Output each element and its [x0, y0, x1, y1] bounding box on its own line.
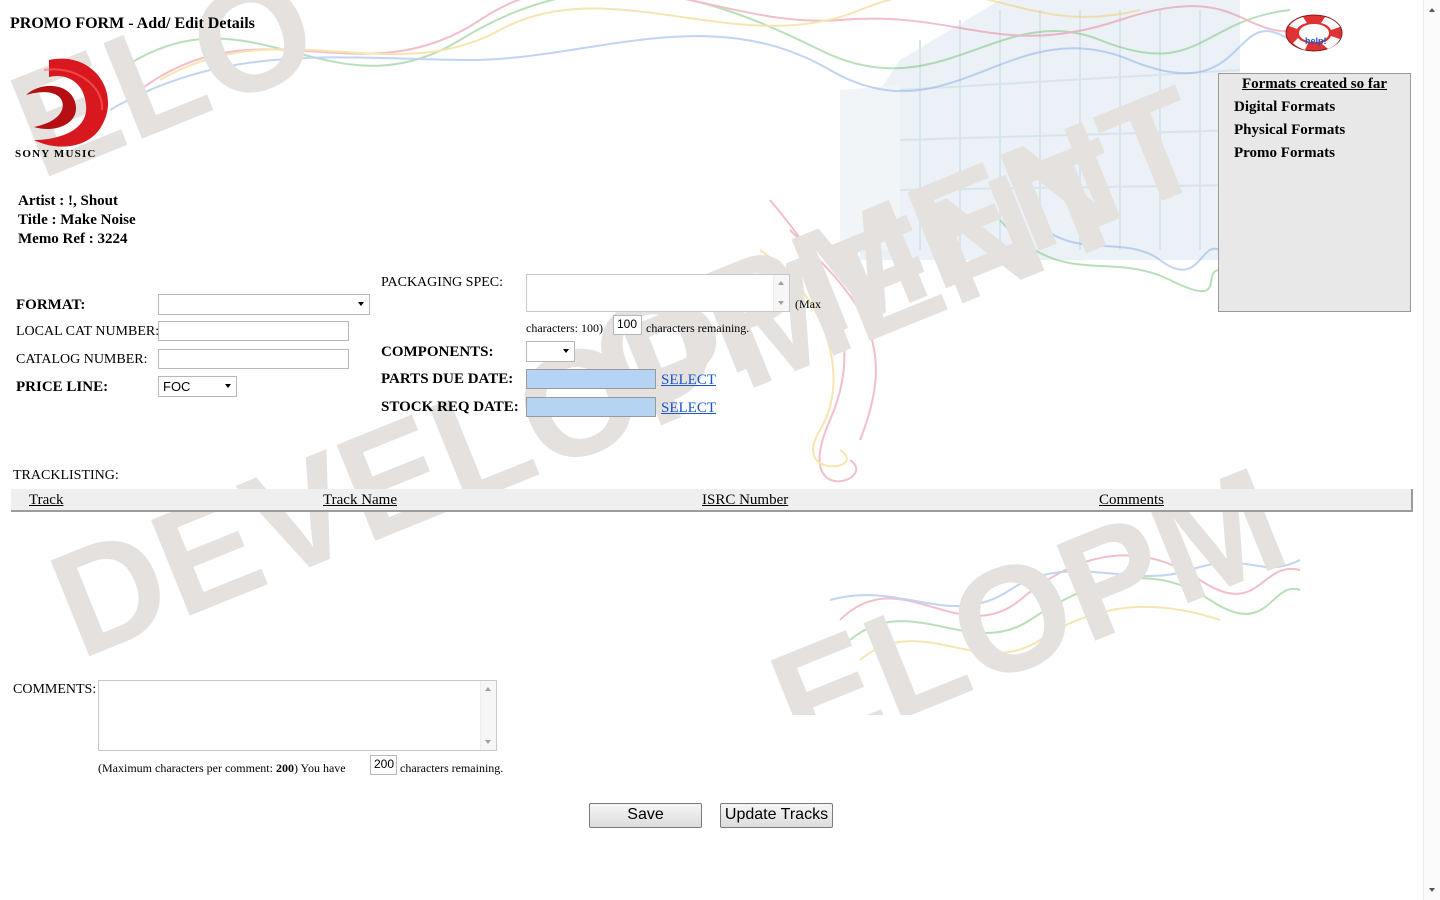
scroll-down-icon [1429, 888, 1435, 892]
artist-text: Artist : !, Shout [18, 193, 118, 209]
formats-item-digital[interactable]: Digital Formats [1234, 99, 1410, 116]
chevron-down-icon [225, 384, 231, 388]
column-header-track-name[interactable]: Track Name [323, 492, 397, 509]
page-scrollbar[interactable] [1423, 0, 1440, 900]
stock-req-date-label: STOCK REQ DATE: [381, 399, 519, 415]
formats-panel: Formats created so far Digital Formats P… [1218, 73, 1411, 312]
packaging-remaining-counter: 100 [613, 315, 642, 335]
format-select[interactable] [158, 294, 370, 315]
stock-req-date-input[interactable] [526, 397, 656, 417]
catalog-label: CATALOG NUMBER: [16, 352, 148, 367]
memo-ref-text: Memo Ref : 3224 [18, 231, 128, 247]
page-title-prefix: PROMO FORM [10, 15, 125, 32]
help-label: help! [1305, 36, 1327, 46]
comments-hint-max: 200 [275, 761, 294, 775]
page-title-suffix: - Add/ Edit Details [124, 15, 255, 32]
scroll-up-icon [778, 281, 784, 285]
update-tracks-button[interactable]: Update Tracks [720, 803, 833, 828]
parts-due-date-label: PARTS DUE DATE: [381, 371, 514, 387]
comments-scrollbar[interactable] [480, 681, 496, 750]
stock-req-date-select-link[interactable]: SELECT [661, 400, 716, 417]
scroll-up-icon [485, 687, 491, 691]
packaging-remaining-suffix: characters remaining. [646, 321, 750, 335]
packaging-max-chars: characters: 100) [526, 321, 603, 335]
price-line-select[interactable]: FOC [158, 376, 237, 397]
column-header-isrc[interactable]: ISRC Number [702, 492, 788, 509]
scroll-up-icon [1429, 8, 1435, 12]
page-title: PROMO FORM - Add/ Edit Details [10, 15, 255, 33]
column-header-track[interactable]: Track [29, 492, 63, 509]
packaging-spec-textarea[interactable] [526, 274, 790, 312]
help-icon[interactable]: help! [1283, 12, 1347, 56]
formats-item-physical[interactable]: Physical Formats [1234, 122, 1410, 139]
formats-item-promo[interactable]: Promo Formats [1234, 145, 1410, 162]
local-cat-input[interactable] [158, 321, 349, 341]
title-text: Title : Make Noise [18, 212, 136, 228]
format-label: FORMAT: [16, 297, 86, 313]
scroll-down-icon [778, 301, 784, 305]
price-line-label: PRICE LINE: [16, 379, 109, 395]
comments-textarea[interactable] [98, 680, 497, 751]
parts-due-date-input[interactable] [526, 369, 656, 389]
chevron-down-icon [563, 349, 569, 353]
catalog-input[interactable] [158, 349, 349, 369]
logo-text: SONY MUSIC [15, 148, 97, 160]
column-header-comments[interactable]: Comments [1099, 492, 1164, 509]
comments-label: COMMENTS: [13, 682, 97, 697]
save-button[interactable]: Save [589, 803, 702, 828]
comments-hint-prefix: (Maximum characters per comment: [98, 761, 276, 775]
scroll-down-icon [485, 740, 491, 744]
comments-remaining-counter: 200 [370, 755, 397, 775]
packaging-scrollbar[interactable] [773, 275, 789, 311]
components-select[interactable] [526, 341, 575, 362]
chevron-down-icon [358, 302, 364, 306]
release-meta: Artist : !, Shout Title : Make Noise Mem… [18, 192, 136, 249]
packaging-spec-label: PACKAGING SPEC: [381, 275, 504, 290]
comments-remaining-suffix: characters remaining. [400, 761, 504, 775]
local-cat-label: LOCAL CAT NUMBER: [16, 324, 160, 339]
components-label: COMPONENTS: [381, 344, 494, 360]
parts-due-date-select-link[interactable]: SELECT [661, 372, 716, 389]
packaging-max-open: (Max [795, 297, 821, 311]
tracklisting-header: Track Track Name ISRC Number Comments [11, 489, 1413, 512]
comments-hint-mid: ) You have [293, 761, 346, 775]
price-line-value: FOC [163, 379, 191, 394]
tracklisting-label: TRACKLISTING: [13, 468, 119, 483]
comments-hint: (Maximum characters per comment: 200) Yo… [98, 761, 346, 776]
formats-panel-heading: Formats created so far [1241, 76, 1388, 92]
